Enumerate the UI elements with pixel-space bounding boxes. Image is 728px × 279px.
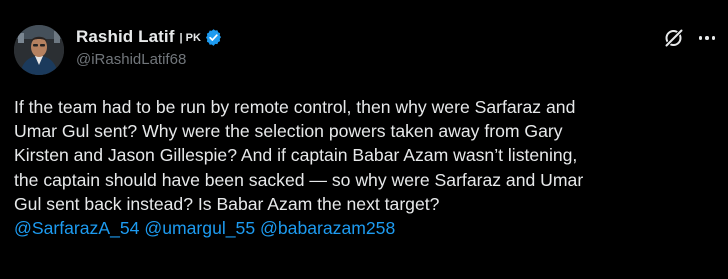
tweet-text-line: the captain should have been sacked — so…	[14, 169, 584, 190]
dot	[711, 36, 716, 40]
name-row: Rashid Latif | PK	[76, 26, 223, 48]
tweet-text-line: Gul sent back instead? Is Babar Azam the…	[14, 193, 440, 214]
tweet-text: If the team had to be run by remote cont…	[14, 95, 722, 240]
mention-link[interactable]: @SarfarazA_54	[14, 218, 139, 238]
grok-icon[interactable]	[663, 27, 685, 49]
tweet-text-line: If the team had to be run by remote cont…	[14, 97, 576, 117]
tweet-text-line: Umar Gul sent? Why were the selection po…	[14, 121, 563, 142]
display-name[interactable]: Rashid Latif	[76, 27, 175, 47]
mention-link[interactable]: @babarazam258	[260, 218, 395, 238]
mention-link[interactable]: @umargul_55	[144, 218, 255, 238]
tweet-text-line: Kirsten and Jason Gillespie? And if capt…	[14, 145, 578, 166]
tweet-header: Rashid Latif | PK @iRashidLatif68	[76, 26, 223, 68]
country-label: | PK	[179, 32, 201, 44]
mentions-line: @SarfarazA_54 @umargul_55 @babarazam258	[14, 216, 722, 240]
verified-badge-icon	[204, 28, 223, 47]
avatar-image	[14, 25, 64, 75]
avatar[interactable]	[14, 25, 64, 75]
tweet-card: Rashid Latif | PK @iRashidLatif68 If the…	[0, 0, 728, 279]
dot	[698, 36, 703, 40]
more-options-icon[interactable]	[695, 28, 719, 48]
user-handle[interactable]: @iRashidLatif68	[76, 51, 223, 68]
dot	[705, 36, 709, 40]
